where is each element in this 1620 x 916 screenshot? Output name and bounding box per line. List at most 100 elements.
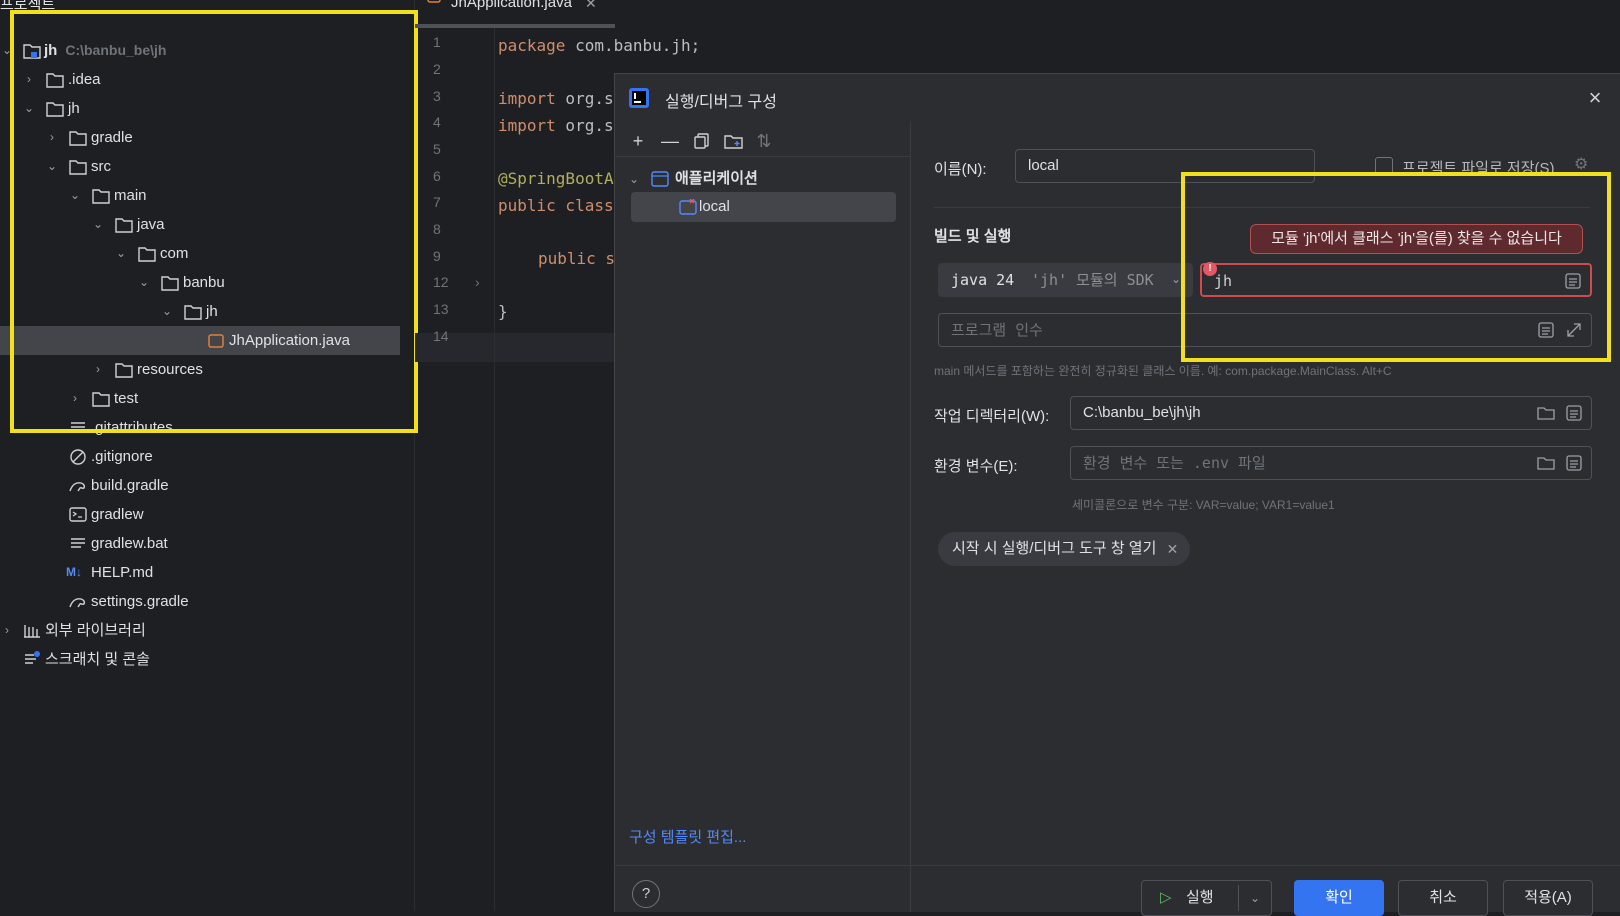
help-button[interactable]: ? — [632, 880, 660, 908]
program-args-placeholder: 프로그램 인수 — [951, 321, 1043, 339]
chevron-down-icon[interactable]: ⌄ — [137, 268, 151, 297]
sdk-select[interactable]: java 24 'jh' 모듈의 SDK ⌄ — [938, 263, 1193, 297]
tree-item-label: build.gradle — [91, 477, 169, 494]
tree-item-scratches[interactable]: 스크래치 및 콘솔 — [0, 645, 400, 674]
tree-item-gitignore[interactable]: .gitignore — [0, 442, 400, 471]
config-group-label: 애플리케이션 — [675, 170, 758, 187]
close-icon[interactable]: × — [1583, 86, 1607, 110]
project-panel-title[interactable]: 프로젝트 — [0, 0, 55, 14]
tree-item-test[interactable]: › test — [0, 384, 400, 413]
folder-icon — [114, 355, 134, 384]
browse-list-icon[interactable] — [1537, 321, 1555, 339]
line-number: 6 — [433, 168, 441, 184]
tree-item-jh-package[interactable]: ⌄ jh — [0, 297, 400, 326]
tree-item-gitattributes[interactable]: .gitattributes — [0, 413, 400, 442]
tree-item-label: banbu — [183, 274, 225, 291]
main-class-field[interactable]: jh ! — [1200, 262, 1592, 297]
open-tool-window-chip[interactable]: 시작 시 실행/디버그 도구 창 열기 ✕ — [938, 532, 1191, 566]
folder-icon[interactable] — [1537, 404, 1555, 422]
tree-item-label: .gitattributes — [91, 419, 173, 436]
sort-icon[interactable]: ⇅ — [751, 128, 777, 154]
env-field[interactable]: 환경 변수 또는 .env 파일 — [1070, 446, 1592, 480]
tree-item-jh-module[interactable]: ⌄ jh — [0, 94, 400, 123]
chevron-down-icon[interactable]: ⌄ — [1250, 881, 1260, 915]
dialog-title-bar[interactable]: 실행/디버그 구성 × — [615, 74, 1620, 122]
gear-icon[interactable]: ⚙ — [1574, 154, 1588, 174]
tree-item-external-libraries[interactable]: › 외부 라이브러리 — [0, 616, 400, 645]
copy-icon[interactable] — [689, 128, 715, 154]
chevron-down-icon[interactable]: ⌄ — [91, 210, 105, 239]
line-number: 2 — [433, 61, 441, 77]
sdk-hint: 'jh' 모듈의 SDK — [1031, 271, 1154, 289]
code-line-1: package com.banbu.jh; — [498, 36, 701, 55]
browse-list-icon[interactable] — [1564, 272, 1582, 290]
run-button-label: 실행 — [1186, 889, 1214, 906]
tree-item-jhapplication[interactable]: JhApplication.java — [0, 326, 400, 355]
tree-item-gradlew-bat[interactable]: gradlew.bat — [0, 529, 400, 558]
pane-divider[interactable] — [910, 121, 911, 865]
markdown-icon: M↓ — [66, 565, 82, 579]
store-as-project-file-checkbox[interactable] — [1375, 157, 1393, 175]
code-line-3: import org.s — [498, 89, 614, 108]
program-args-field[interactable]: 프로그램 인수 — [938, 313, 1592, 347]
project-folder-icon — [22, 36, 42, 65]
folder-icon — [68, 123, 88, 152]
env-label: 환경 변수(E): — [934, 458, 1018, 475]
chevron-down-icon[interactable]: ⌄ — [114, 239, 128, 268]
tree-item-help-md[interactable]: M↓ HELP.md — [0, 558, 400, 587]
project-panel-header[interactable]: 프로젝트 — [0, 0, 415, 14]
tree-item-main[interactable]: ⌄ main — [0, 181, 400, 210]
application-icon — [651, 170, 669, 187]
chevron-down-icon[interactable]: ⌄ — [0, 36, 14, 65]
close-tab-icon[interactable]: ✕ — [585, 0, 597, 12]
edit-templates-link[interactable]: 구성 템플릿 편집... — [629, 826, 746, 847]
chevron-down-icon[interactable]: ⌄ — [629, 166, 639, 192]
chevron-right-icon[interactable]: › — [45, 123, 59, 152]
chevron-right-icon[interactable]: › — [68, 384, 82, 413]
tree-item-label: JhApplication.java — [229, 332, 350, 349]
footer-separator — [614, 865, 1620, 866]
tree-item-src[interactable]: ⌄ src — [0, 152, 400, 181]
new-folder-icon[interactable] — [721, 128, 747, 154]
add-icon[interactable]: + — [625, 128, 651, 154]
tree-item-banbu[interactable]: ⌄ banbu — [0, 268, 400, 297]
chevron-down-icon[interactable]: ⌄ — [160, 297, 174, 326]
workdir-field[interactable]: C:\banbu_be\jh\jh — [1070, 396, 1592, 430]
chevron-right-icon[interactable]: › — [0, 616, 14, 645]
gradle-icon — [68, 471, 88, 500]
error-tooltip: 모듈 'jh'에서 클래스 'jh'을(를) 찾을 수 없습니다 — [1250, 224, 1583, 254]
chevron-right-icon[interactable]: › — [91, 355, 105, 384]
fold-chevron-icon[interactable]: › — [475, 274, 480, 290]
tree-item-gradlew[interactable]: gradlew — [0, 500, 400, 529]
folder-icon — [183, 297, 203, 326]
section-separator — [934, 207, 1590, 208]
tree-item-gradle[interactable]: › gradle — [0, 123, 400, 152]
tree-item-com[interactable]: ⌄ com — [0, 239, 400, 268]
config-item-label: local — [699, 198, 730, 215]
store-as-project-file-label[interactable]: 프로젝트 파일로 저장(S) — [1402, 157, 1555, 178]
folder-icon[interactable] — [1537, 454, 1555, 472]
config-item-local[interactable]: local — [631, 192, 896, 222]
name-field[interactable]: local — [1015, 149, 1315, 183]
expand-icon[interactable] — [1565, 321, 1583, 339]
tree-item-build-gradle[interactable]: build.gradle — [0, 471, 400, 500]
folder-icon — [45, 65, 65, 94]
tree-item-project-root[interactable]: ⌄ jh C:\banbu_be\jh — [0, 36, 400, 65]
config-list-pane: + — ⇅ — [615, 122, 911, 912]
chevron-down-icon[interactable]: ⌄ — [22, 94, 36, 123]
chevron-right-icon[interactable]: › — [22, 65, 36, 94]
chevron-down-icon[interactable]: ⌄ — [45, 152, 59, 181]
browse-list-icon[interactable] — [1565, 404, 1583, 422]
browse-list-icon[interactable] — [1565, 454, 1583, 472]
tree-item-resources[interactable]: › resources — [0, 355, 400, 384]
line-number: 1 — [433, 34, 441, 50]
chevron-down-icon[interactable]: ⌄ — [68, 181, 82, 210]
application-error-icon — [679, 198, 697, 215]
tree-item-settings-gradle[interactable]: settings.gradle — [0, 587, 400, 616]
remove-icon[interactable]: — — [657, 128, 683, 154]
tree-item-java[interactable]: ⌄ java — [0, 210, 400, 239]
remove-chip-icon[interactable]: ✕ — [1167, 532, 1179, 566]
name-value: local — [1028, 157, 1059, 174]
tree-item-idea[interactable]: › .idea — [0, 65, 400, 94]
chevron-down-icon[interactable]: ⌄ — [1171, 272, 1181, 286]
